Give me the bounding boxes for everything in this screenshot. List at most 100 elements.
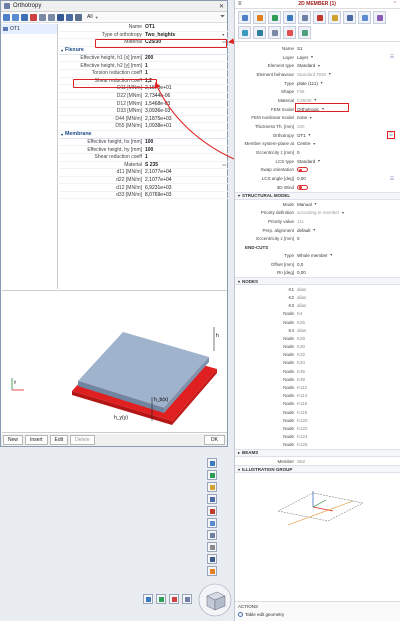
node-row[interactable]: Node K36 [235, 367, 400, 375]
prop-value[interactable]: 0,00 [297, 270, 400, 275]
node-value[interactable]: K116 [297, 401, 307, 406]
node-value[interactable]: K126 [297, 442, 308, 447]
prop-row[interactable]: Member system-plane at Centre ▼ [235, 140, 400, 149]
redo-icon[interactable] [48, 13, 55, 21]
element-behaviour-select[interactable]: Standard FEM [297, 72, 326, 77]
prop-row[interactable]: Type plate (111) ▼ [235, 79, 400, 88]
node-row[interactable]: K1 alias [235, 285, 400, 293]
prop-value[interactable]: 1 [145, 63, 228, 69]
wind-3d-toggle[interactable] [297, 184, 308, 190]
chevron-down-icon[interactable]: ▼ [341, 211, 344, 215]
chevron-down-icon[interactable]: ▼ [317, 159, 320, 163]
panel-tool[interactable] [343, 11, 356, 24]
node-row[interactable]: K4 alias [235, 326, 400, 334]
node-value[interactable]: K34 [297, 360, 305, 365]
membrane-section[interactable]: ▾ Membrane [59, 131, 228, 139]
table-edit-geometry-action[interactable]: Table edit geometry [238, 612, 397, 617]
prop-row[interactable]: Effective height, hx [mm] 100 [59, 139, 228, 147]
edit-button[interactable]: Edit [49, 435, 69, 445]
prop-row[interactable]: Name S1 [235, 44, 400, 53]
ok-button[interactable]: OK [203, 435, 225, 445]
system-plane-select[interactable]: Centre [297, 141, 311, 146]
prop-row[interactable]: Mode Manual ▼ [235, 200, 400, 209]
lcs-angle-input[interactable]: 0,00 [297, 176, 306, 181]
node-row[interactable]: Node K112 [235, 383, 400, 391]
node-value[interactable]: alias [297, 295, 306, 300]
node-row[interactable]: Node K114 [235, 392, 400, 400]
chevron-down-icon[interactable]: ▼ [330, 253, 333, 257]
delete-icon[interactable] [30, 13, 37, 21]
prop-value[interactable]: 1,2 [145, 78, 228, 84]
panel-tool[interactable] [238, 11, 251, 24]
node-row[interactable]: Node K122 [235, 424, 400, 432]
chevron-down-icon[interactable]: ▼ [317, 64, 320, 68]
zoom-tool[interactable] [143, 594, 153, 604]
orthotropy-edit-icon[interactable]: ☰ [386, 131, 395, 140]
lcs-type-select[interactable]: Standard [297, 159, 315, 164]
node-row[interactable]: K3 alias [235, 302, 400, 310]
beams-section[interactable]: ▸ BEAMS [235, 448, 400, 457]
undo-icon[interactable] [39, 13, 46, 21]
swap-orientation-toggle[interactable] [297, 167, 308, 173]
mode-select[interactable]: Manual [297, 202, 312, 207]
prop-value[interactable]: 0 [297, 236, 400, 241]
prop-row[interactable]: Material S 235 ••• [59, 162, 228, 170]
panel-tool[interactable] [283, 11, 296, 24]
filter-icon[interactable]: ⏷ [220, 14, 225, 21]
insert-icon[interactable] [21, 13, 28, 21]
new-button[interactable]: New [3, 435, 24, 445]
view-tool-2[interactable] [207, 470, 217, 480]
prop-value[interactable]: 100 [145, 139, 228, 145]
view-tool-9[interactable] [207, 554, 217, 564]
filter-select[interactable]: All [87, 14, 93, 20]
view-tool-4[interactable] [207, 494, 217, 504]
node-value[interactable]: K112 [297, 385, 307, 390]
node-value[interactable]: K122 [297, 426, 308, 431]
layer-select[interactable]: Layer [297, 55, 308, 60]
prop-row[interactable]: Eccentricity z [mm] 0 [235, 148, 400, 157]
rotate-tool[interactable] [169, 594, 179, 604]
node-value[interactable]: K30 [297, 344, 305, 349]
node-row[interactable]: Node K124 [235, 433, 400, 441]
print-icon[interactable] [75, 13, 82, 21]
prop-row[interactable]: Priority definition according to member ▼ [235, 208, 400, 217]
illustration-group-section[interactable]: ▾ ILLUSTRATION GROUP [235, 465, 400, 474]
panel-tool[interactable] [313, 11, 326, 24]
chevron-down-icon[interactable]: ▼ [313, 228, 316, 232]
chevron-down-icon[interactable]: ▼ [313, 142, 316, 146]
view-tool-5[interactable] [207, 506, 217, 516]
panel-tool[interactable] [283, 26, 296, 39]
node-row[interactable]: Node K126 [235, 441, 400, 449]
panel-tool[interactable] [298, 26, 311, 39]
beam-row[interactable]: Member S52 [235, 457, 400, 465]
panel-tool[interactable] [268, 26, 281, 39]
insert-button[interactable]: Insert [25, 435, 48, 445]
chevron-down-icon[interactable]: ▼ [310, 55, 313, 59]
new-item-icon[interactable] [3, 13, 10, 21]
node-value[interactable]: K26 [297, 320, 305, 325]
prop-value[interactable]: S1 [297, 46, 400, 51]
prop-row[interactable]: Effective height, hy [mm] 100 [59, 146, 228, 154]
prop-row[interactable]: Effective height, h1 [x] [mm] 200 [59, 55, 228, 63]
node-row[interactable]: Node K34 [235, 359, 400, 367]
node-row[interactable]: Node K32 [235, 351, 400, 359]
prop-row[interactable]: Orthotropy OT1 ▼ ☰ [235, 131, 400, 140]
node-value[interactable]: K32 [297, 352, 305, 357]
chevron-down-icon[interactable]: ▼ [328, 72, 331, 76]
node-row[interactable]: K2 alias [235, 293, 400, 301]
node-value[interactable]: alias [297, 303, 306, 308]
prop-row[interactable]: LCS type Standard ▼ [235, 157, 400, 166]
chevron-down-icon[interactable]: ▼ [314, 202, 317, 206]
open-icon[interactable] [66, 13, 73, 21]
nodes-section[interactable]: ▾ NODES [235, 277, 400, 286]
panel-tool[interactable] [253, 11, 266, 24]
pan-tool[interactable] [156, 594, 166, 604]
chevron-down-icon[interactable]: ▼ [309, 116, 312, 120]
view-tool-6[interactable] [207, 518, 217, 528]
node-row[interactable]: Node K30 [235, 343, 400, 351]
node-value[interactable]: K114 [297, 393, 307, 398]
beam-value[interactable]: S52 [297, 459, 305, 464]
fit-tool[interactable] [182, 594, 192, 604]
prop-row[interactable]: Element behaviour Standard FEM ▼ [235, 70, 400, 79]
orthotropy-select[interactable]: OT1 [297, 133, 306, 138]
